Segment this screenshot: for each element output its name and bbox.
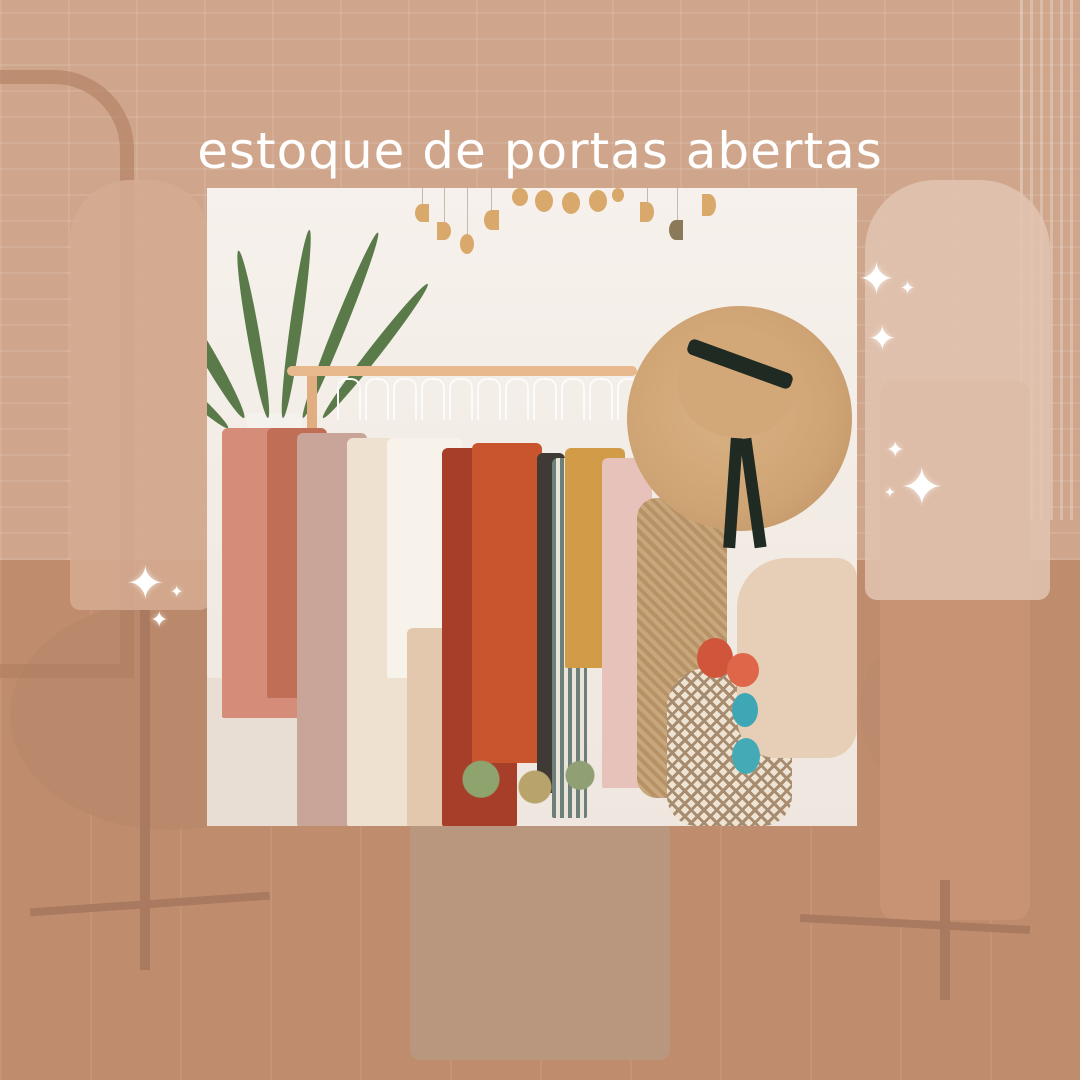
sparkle-icon: ✦: [900, 278, 916, 299]
sparkle-icon: ✦: [170, 582, 184, 601]
post-canvas: estoque de portas abertas ✦ ✦ ✦ ✦ ✦ ✦ ✦ …: [0, 0, 1080, 1080]
sparkle-icon: ✦: [900, 458, 944, 518]
mannequin-left: [70, 180, 210, 610]
pompom-coral: [727, 653, 759, 687]
pompom-teal-top: [732, 693, 758, 727]
sparkle-icon: ✦: [884, 485, 896, 501]
headline: estoque de portas abertas: [197, 121, 883, 180]
sparkle-icon: ✦: [150, 608, 169, 633]
clothing-rack-photo: [207, 188, 857, 826]
stand-left: [140, 610, 150, 970]
sparkle-icon: ✦: [868, 319, 897, 359]
dried-flowers: [427, 748, 607, 826]
stand-right: [940, 880, 950, 1000]
sparkle-icon: ✦: [858, 254, 895, 305]
mannequin-center-pants: [410, 820, 670, 1060]
pompom-teal-bottom: [732, 738, 760, 774]
mannequin-right: [865, 180, 1050, 600]
rack-rail: [287, 366, 637, 376]
sparkle-icon: ✦: [126, 556, 165, 610]
garment-orange-scarf-dress: [472, 443, 542, 763]
